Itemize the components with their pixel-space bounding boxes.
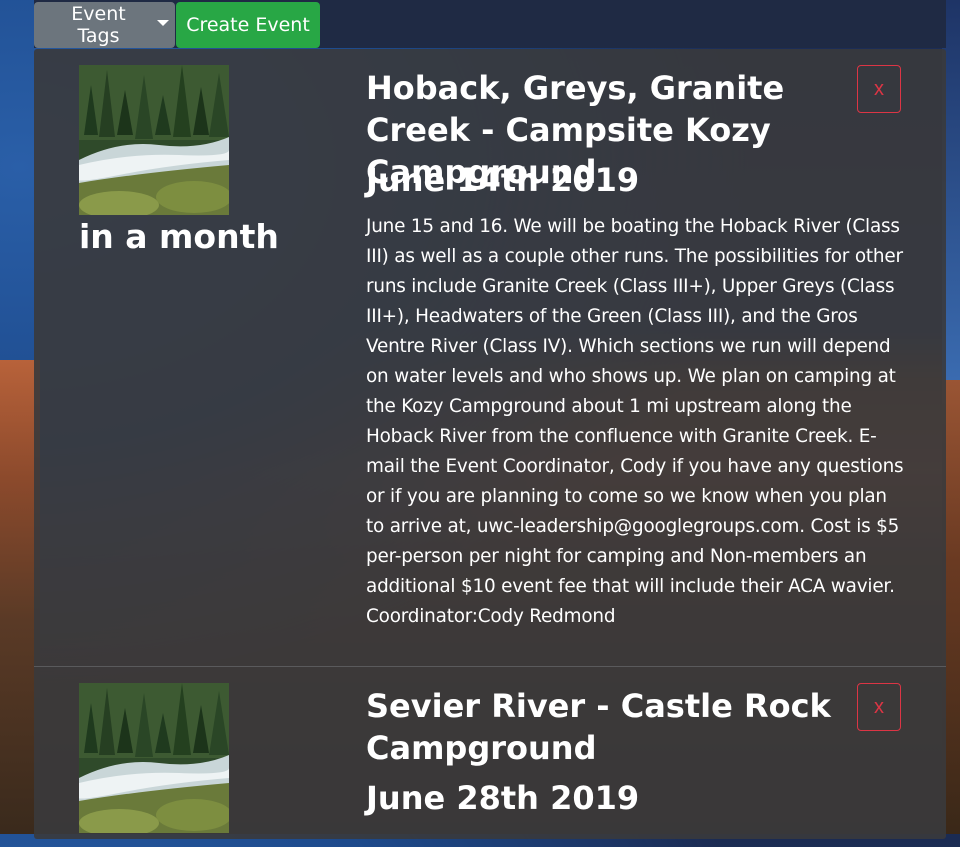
event-title: Sevier River - Castle Rock Campground <box>366 687 831 767</box>
event-tags-dropdown[interactable]: Event Tags <box>34 2 175 48</box>
event-date: June 14th 2019 <box>366 161 640 199</box>
event-tags-label: Event Tags <box>71 3 126 47</box>
event-date: June 28th 2019 <box>366 779 640 817</box>
river-photo-image <box>79 65 229 215</box>
river-photo-image <box>79 683 229 833</box>
delete-event-button[interactable]: x <box>857 683 901 731</box>
delete-event-button[interactable]: x <box>857 65 901 113</box>
create-event-button[interactable]: Create Event <box>176 2 320 48</box>
caret-down-icon <box>157 20 169 26</box>
relative-time: in a month <box>79 217 279 256</box>
event-thumbnail <box>79 683 229 833</box>
event-card: in a month Hoback, Greys, Granite Creek … <box>34 49 946 665</box>
event-thumbnail <box>79 65 229 215</box>
events-panel: in a month Hoback, Greys, Granite Creek … <box>34 49 946 839</box>
event-card: Sevier River - Castle Rock Campground Ju… <box>34 667 946 847</box>
event-description: June 15 and 16. We will be boating the H… <box>366 216 904 627</box>
